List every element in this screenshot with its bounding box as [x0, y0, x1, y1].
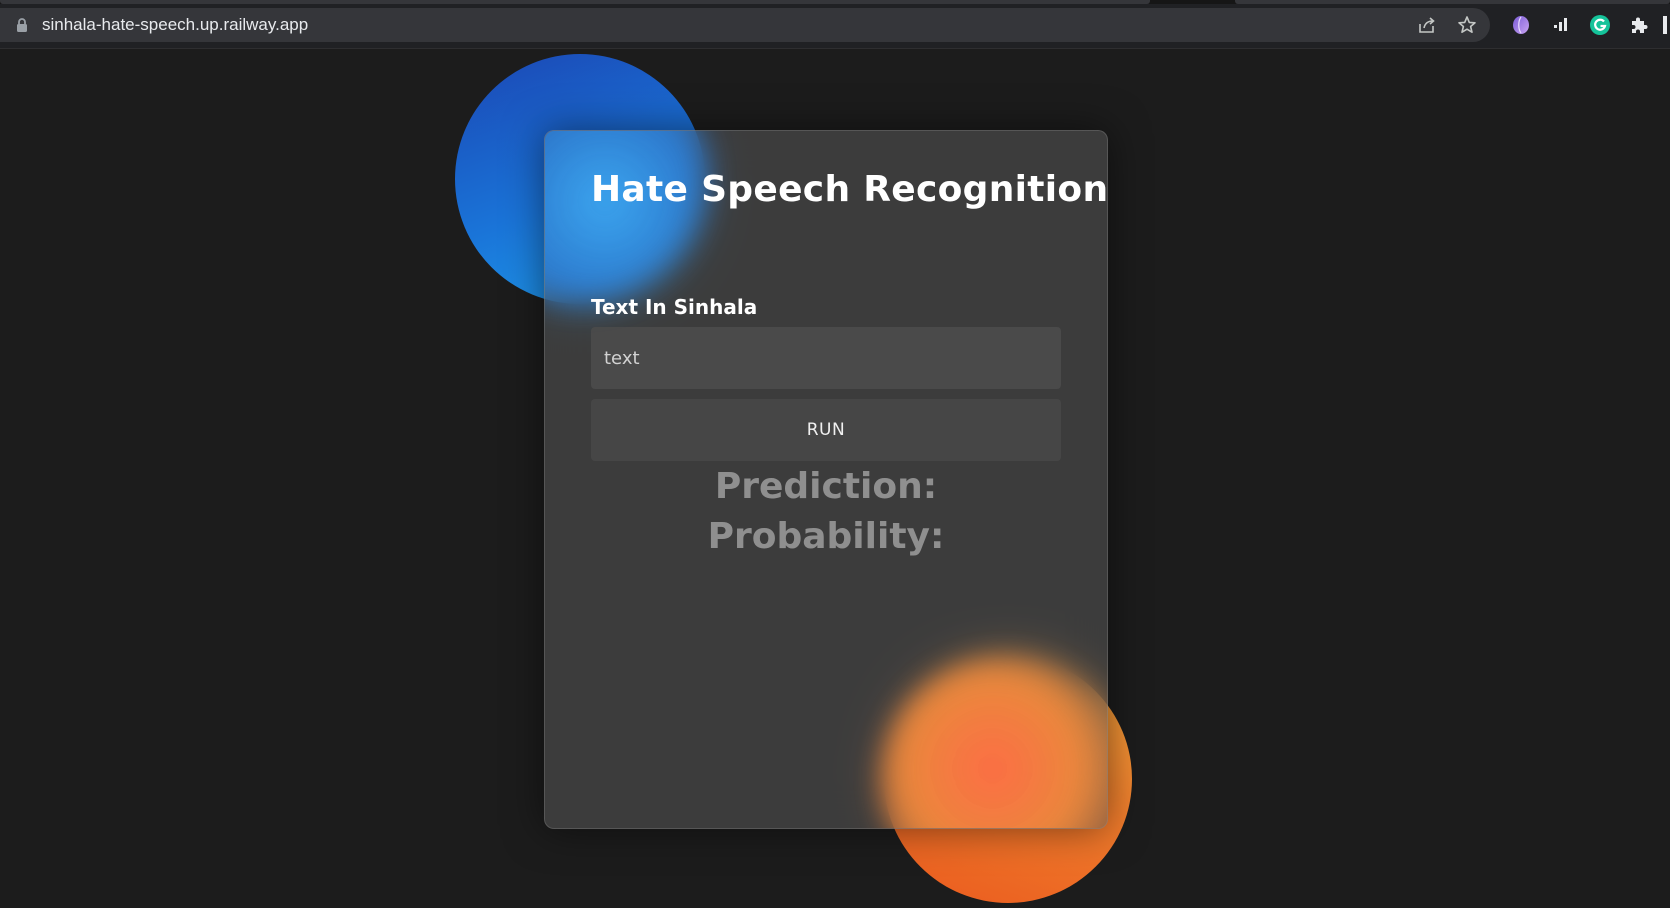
lock-icon[interactable]: [16, 17, 28, 33]
grammarly-icon[interactable]: [1587, 12, 1613, 38]
page-title: Hate Speech Recognition: [591, 169, 1108, 210]
address-bar[interactable]: sinhala-hate-speech.up.railway.app: [0, 8, 1490, 42]
probability-label: Probability:: [707, 516, 945, 557]
input-label: Text In Sinhala: [591, 295, 758, 319]
sinhala-text-input[interactable]: [591, 327, 1061, 389]
profile-edge[interactable]: [1660, 12, 1670, 38]
page: Hate Speech Recognition Text In Sinhala …: [0, 49, 1670, 908]
glass-card: Hate Speech Recognition Text In Sinhala …: [544, 130, 1108, 829]
tab-strip: [0, 0, 1670, 4]
url-text[interactable]: sinhala-hate-speech.up.railway.app: [42, 15, 308, 35]
share-icon[interactable]: [1414, 12, 1440, 38]
browser-toolbar: sinhala-hate-speech.up.railway.app: [0, 0, 1670, 49]
star-icon[interactable]: [1454, 12, 1480, 38]
signal-icon[interactable]: [1548, 12, 1574, 38]
prediction-label: Prediction:: [714, 466, 938, 507]
extension-purple-icon[interactable]: [1508, 12, 1534, 38]
tab-active[interactable]: [0, 0, 1150, 4]
puzzle-icon[interactable]: [1626, 12, 1652, 38]
blue-glow: [545, 131, 705, 301]
tab-inactive[interactable]: [1235, 0, 1670, 4]
run-button[interactable]: RUN: [591, 399, 1061, 461]
orange-glow: [880, 656, 1107, 828]
